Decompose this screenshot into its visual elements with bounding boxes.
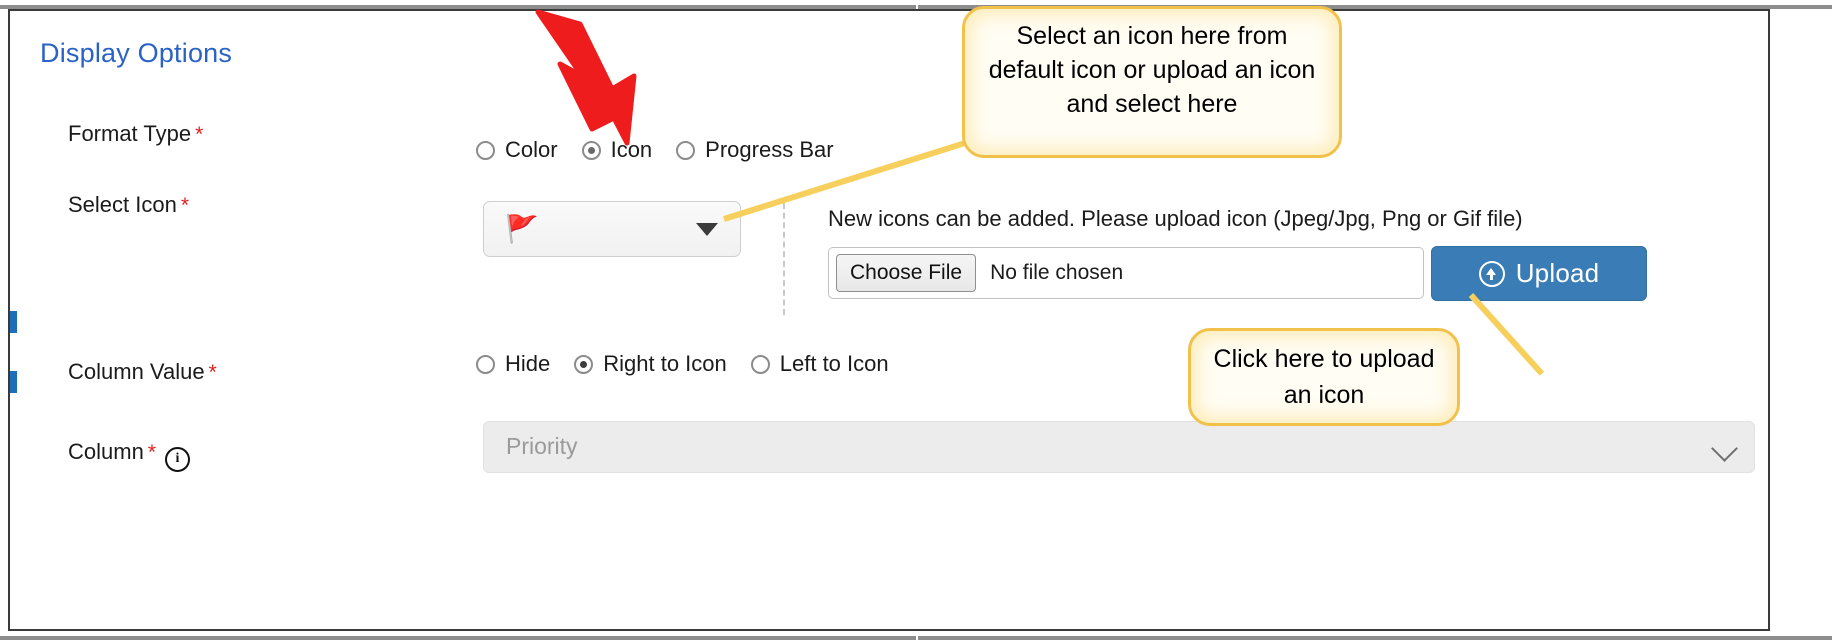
radio-right-to-icon-label: Right to Icon	[603, 351, 727, 376]
caret-down-icon[interactable]	[696, 223, 718, 236]
upload-help-text: New icons can be added. Please upload ic…	[828, 206, 1523, 231]
left-edge-marker-1	[10, 311, 17, 333]
column-label-text: Column	[68, 439, 144, 464]
format-type-label: Format Type *	[68, 121, 203, 147]
radio-progress-bar-label: Progress Bar	[705, 137, 834, 162]
window-top-strip	[0, 0, 1832, 9]
radio-option-right-to-icon[interactable]: Right to Icon	[574, 351, 727, 377]
radio-option-progress-bar[interactable]: Progress Bar	[676, 137, 834, 163]
radio-icon-label: Icon	[610, 137, 653, 162]
radio-option-color[interactable]: Color	[476, 137, 558, 163]
file-status-text: No file chosen	[990, 261, 1124, 284]
red-flag-icon: 🚩	[505, 214, 539, 244]
file-upload-input[interactable]: Choose File No file chosen	[828, 247, 1424, 299]
arrow-up-circle-icon	[1478, 260, 1505, 287]
format-type-label-text: Format Type	[68, 121, 192, 146]
upload-button[interactable]: Upload	[1431, 246, 1647, 301]
select-icon-required: *	[180, 194, 190, 217]
column-value-radio-group[interactable]: Hide Right to Icon Left to Icon	[476, 351, 913, 377]
format-type-radio-group[interactable]: Color Icon Progress Bar	[476, 137, 858, 163]
screenshot-root: Display Options Format Type * Color Icon …	[0, 0, 1832, 640]
left-edge-marker-2	[10, 371, 17, 393]
radio-left-to-icon-indicator[interactable]	[750, 354, 770, 374]
column-select[interactable]: Priority	[483, 421, 1755, 473]
radio-hide-indicator[interactable]	[476, 354, 495, 374]
bottom-rule-right	[918, 636, 1832, 640]
chevron-down-icon[interactable]	[1711, 435, 1738, 462]
radio-icon-indicator[interactable]	[581, 140, 601, 160]
icon-select-dropdown[interactable]: 🚩	[483, 201, 741, 257]
page-title: Display Options	[40, 38, 233, 68]
select-icon-label-text: Select Icon	[68, 192, 177, 217]
column-label: Column * i	[68, 439, 190, 472]
radio-progress-bar-indicator[interactable]	[676, 140, 696, 160]
radio-color-label: Color	[505, 137, 558, 162]
column-value-label: Column Value *	[68, 359, 217, 385]
radio-color-indicator[interactable]	[476, 140, 495, 160]
radio-option-left-to-icon[interactable]: Left to Icon	[750, 351, 889, 377]
bottom-rule-left	[0, 636, 916, 640]
upload-button-label: Upload	[1515, 258, 1600, 288]
choose-file-button[interactable]: Choose File	[836, 254, 977, 292]
radio-option-hide[interactable]: Hide	[476, 351, 550, 377]
column-value-label-text: Column Value	[68, 359, 205, 384]
column-value-required: *	[208, 361, 217, 384]
radio-option-icon[interactable]: Icon	[581, 137, 653, 163]
section-divider	[783, 203, 785, 315]
format-type-required: *	[195, 123, 204, 146]
radio-left-to-icon-label: Left to Icon	[779, 351, 889, 376]
column-select-placeholder: Priority	[506, 433, 578, 459]
info-icon[interactable]: i	[165, 447, 190, 472]
radio-hide-label: Hide	[505, 351, 551, 376]
right-gutter	[1770, 9, 1832, 631]
display-options-panel: Display Options Format Type * Color Icon …	[8, 9, 1770, 631]
select-icon-label: Select Icon *	[68, 192, 189, 218]
column-required: *	[147, 441, 156, 464]
radio-right-to-icon-indicator[interactable]	[574, 354, 594, 374]
